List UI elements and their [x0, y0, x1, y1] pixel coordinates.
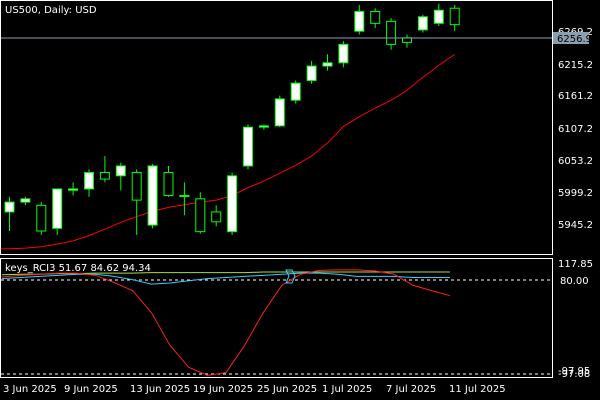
candle	[147, 163, 158, 229]
current-price-tag: 6256.9	[553, 32, 592, 45]
candle-body	[20, 198, 31, 203]
candle-body	[370, 11, 381, 24]
time-label: 13 Jun 2025	[130, 384, 190, 395]
candle-body	[99, 172, 110, 180]
indicator-tick: 117.85	[558, 259, 593, 270]
candle-body	[449, 7, 460, 26]
price-pane-frame	[0, 0, 553, 255]
candle-body	[322, 62, 333, 67]
price-axis[interactable]: 6269.2 6215.2 6161.2 6107.2 6053.2 5999.…	[558, 27, 593, 231]
time-label: 3 Jun 2025	[3, 384, 57, 395]
candle-body	[417, 16, 428, 31]
price-tick: 6053.2	[558, 156, 593, 167]
candle-body	[52, 188, 63, 229]
candle-body	[115, 165, 126, 177]
indicator-label: keys_RCI3 51.67 84.62 94.34	[5, 263, 151, 274]
candle-body	[227, 175, 238, 233]
candle-body	[147, 165, 158, 226]
candle-body	[131, 172, 142, 201]
candle-body	[195, 198, 206, 233]
candle	[52, 188, 63, 235]
candle-body	[36, 204, 47, 232]
candle-body	[386, 20, 397, 45]
price-tick: 6161.2	[558, 91, 593, 102]
time-label: 19 Jun 2025	[193, 384, 253, 395]
candle	[36, 202, 47, 235]
price-tick: 6215.2	[558, 60, 593, 71]
indicator-tick: 80.00	[560, 276, 589, 287]
time-label: 9 Jun 2025	[64, 384, 118, 395]
indicator-axis[interactable]: 117.85 80.00 -97.95 -97.08	[558, 259, 593, 380]
price-tick: 5945.2	[558, 220, 593, 231]
indicator-tick: -97.08	[558, 369, 590, 380]
candle-body	[338, 43, 349, 64]
candle-body	[290, 82, 301, 101]
candle	[195, 192, 206, 234]
candle-body	[306, 65, 317, 82]
price-tick: 6107.2	[558, 124, 593, 135]
candle	[417, 14, 428, 33]
candle-body	[68, 188, 79, 191]
symbol-timeframe-label: US500, Daily: USD	[5, 5, 97, 16]
price-tick: 5999.2	[558, 188, 593, 199]
candle-body	[274, 98, 285, 127]
trading-chart[interactable]: US500, Daily: USD 6269.2 6215.2 6161.2 6…	[0, 0, 600, 400]
time-axis[interactable]: 3 Jun 2025 9 Jun 2025 13 Jun 2025 19 Jun…	[3, 384, 506, 395]
candle-body	[84, 172, 94, 190]
time-label: 25 Jun 2025	[257, 384, 317, 395]
time-label: 7 Jul 2025	[386, 384, 436, 395]
candle	[274, 95, 285, 128]
candle-body	[258, 125, 269, 128]
time-label: 11 Jul 2025	[449, 384, 506, 395]
candle	[243, 124, 253, 170]
candle-body	[4, 201, 15, 213]
candle-body	[243, 126, 253, 167]
time-label: 1 Jul 2025	[322, 384, 372, 395]
indicator-pane-frame	[0, 258, 553, 378]
candle-body	[163, 172, 174, 197]
candle	[290, 80, 301, 104]
candle-body	[179, 195, 190, 198]
candle-body	[433, 9, 444, 24]
candle-body	[211, 211, 222, 223]
svg-text:6256.9: 6256.9	[557, 34, 592, 45]
candle-body	[354, 11, 365, 32]
candle	[227, 172, 238, 235]
